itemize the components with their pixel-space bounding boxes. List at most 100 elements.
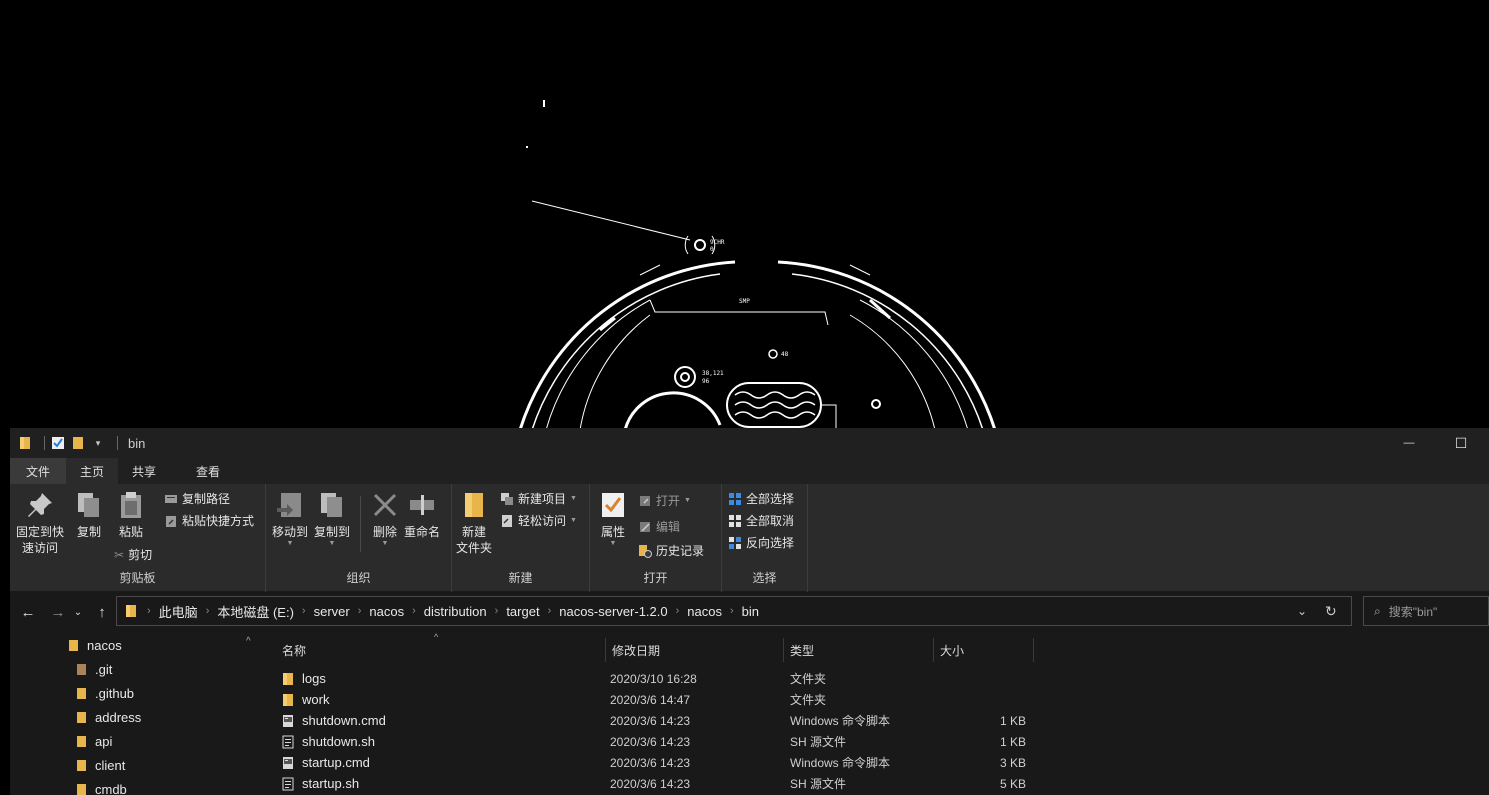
paste-label: 粘贴 xyxy=(118,525,143,539)
easy-access-icon xyxy=(502,514,512,527)
edit-button[interactable]: 编辑 xyxy=(638,518,680,535)
paste-icon xyxy=(121,492,141,518)
breadcrumb-item[interactable]: server xyxy=(314,604,350,619)
folder-icon xyxy=(77,664,86,675)
copy-label: 复制 xyxy=(76,525,101,539)
folder-icon xyxy=(77,688,86,699)
tree-item-label: nacos xyxy=(87,638,122,653)
file-list: ^ 名称 修改日期 类型 大小 logs 2020/3/10 16:28 文件夹… xyxy=(262,632,1489,795)
tree-item[interactable]: client xyxy=(76,758,125,773)
cut-button[interactable]: ✂ 剪切 xyxy=(114,546,152,563)
up-button[interactable]: ↑ xyxy=(90,600,114,624)
dropdown-arrow-icon: ▼ xyxy=(381,540,389,547)
arrow-up-icon: ↑ xyxy=(98,603,106,621)
scissors-icon: ✂ xyxy=(114,547,125,562)
new-group: 新建 文件夹 新建项目 ▼ 轻松访问 ▼ 新建 xyxy=(452,484,590,592)
refresh-icon[interactable]: ↻ xyxy=(1325,603,1337,620)
maximize-button[interactable]: ☐ xyxy=(1438,428,1484,458)
easy-access-button[interactable]: 轻松访问 ▼ xyxy=(500,512,577,529)
breadcrumb-item[interactable]: target xyxy=(506,604,539,619)
history-icon xyxy=(639,544,652,558)
type-cell: Windows 命令脚本 xyxy=(790,756,891,770)
tree-item-label: .git xyxy=(95,662,113,677)
file-row[interactable]: shutdown.sh 2020/3/6 14:23 SH 源文件 1 KB xyxy=(262,731,1262,752)
tree-item[interactable]: api xyxy=(76,734,112,749)
breadcrumb-item[interactable]: nacos xyxy=(687,604,722,619)
column-header-modified[interactable]: 修改日期 xyxy=(606,638,784,662)
breadcrumb-item[interactable]: bin xyxy=(742,604,759,619)
pin-quick-access-button[interactable]: 固定到快 速访问 xyxy=(16,490,64,556)
name-cell: shutdown.cmd xyxy=(282,710,386,731)
copy-path-button[interactable]: 复制路径 xyxy=(164,490,230,507)
tree-item-label: cmdb xyxy=(95,782,127,795)
address-dropdown-icon[interactable]: ⌄ xyxy=(1297,604,1307,618)
rename-button[interactable]: 重命名 xyxy=(404,490,440,540)
open-button[interactable]: 打开 ▼ xyxy=(638,492,691,509)
select-all-button[interactable]: 全部选择 xyxy=(728,490,794,507)
customize-quick-access-icon[interactable]: ▾ xyxy=(91,435,105,451)
tree-item[interactable]: address xyxy=(76,710,141,725)
search-input[interactable]: ⌕ 搜索"bin" xyxy=(1363,596,1489,626)
properties-button[interactable]: 属性 ▼ xyxy=(598,490,628,548)
tab-home[interactable]: 主页 xyxy=(66,458,119,484)
tab-file[interactable]: 文件 xyxy=(10,458,67,484)
paste-button[interactable]: 粘贴 xyxy=(116,490,146,540)
tab-share[interactable]: 共享 xyxy=(118,458,170,484)
forward-button[interactable]: → xyxy=(46,600,70,624)
tree-item-label: .github xyxy=(95,686,135,701)
tree-item[interactable]: .github xyxy=(76,686,134,701)
copy-to-button[interactable]: 复制到 ▼ xyxy=(314,490,350,548)
new-folder-button[interactable]: 新建 文件夹 xyxy=(456,490,492,556)
move-to-button[interactable]: 移动到 ▼ xyxy=(272,490,308,548)
tree-item[interactable]: .git xyxy=(76,662,112,677)
breadcrumb-item[interactable]: 本地磁盘 (E:) xyxy=(217,602,294,621)
file-row[interactable]: startup.cmd 2020/3/6 14:23 Windows 命令脚本 … xyxy=(262,752,1262,773)
file-name: startup.sh xyxy=(302,776,360,791)
minimize-button[interactable]: — xyxy=(1386,428,1432,458)
column-header-size[interactable]: 大小 xyxy=(934,638,1034,662)
delete-label: 删除 xyxy=(372,525,397,539)
open-group: 属性 ▼ 打开 ▼ 编辑 历史记录 打开 xyxy=(590,484,722,592)
address-bar[interactable]: › 此电脑 › 本地磁盘 (E:) › server › nacos › dis… xyxy=(116,596,1352,626)
dropdown-arrow-icon: ▼ xyxy=(609,540,617,547)
file-row[interactable]: logs 2020/3/10 16:28 文件夹 xyxy=(262,668,1262,689)
history-button[interactable]: 历史记录 xyxy=(638,542,704,559)
open-label: 打开 xyxy=(656,494,681,508)
column-header-name[interactable]: 名称 xyxy=(276,638,606,662)
select-none-button[interactable]: 全部取消 xyxy=(728,512,794,529)
navigation-pane: ^ nacos .git .github address api client … xyxy=(10,632,262,795)
move-to-icon xyxy=(277,493,301,517)
file-row[interactable]: work 2020/3/6 14:47 文件夹 xyxy=(262,689,1262,710)
invert-selection-button[interactable]: 反向选择 xyxy=(728,534,794,551)
copy-button[interactable]: 复制 xyxy=(74,490,104,540)
tab-view[interactable]: 查看 xyxy=(170,458,234,484)
column-header-type[interactable]: 类型 xyxy=(784,638,934,662)
rename-icon xyxy=(410,495,434,515)
new-folder-icon[interactable] xyxy=(71,435,85,451)
tree-item[interactable]: cmdb xyxy=(76,782,127,795)
search-icon: ⌕ xyxy=(1374,603,1381,618)
scroll-up-icon[interactable]: ^ xyxy=(246,636,251,647)
paste-shortcut-button[interactable]: 粘贴快捷方式 xyxy=(164,512,254,529)
ribbon: 固定到快 速访问 复制 粘贴 复制路径 粘贴快捷方式 ✂ 剪切 剪贴板 移动到 … xyxy=(10,484,1489,592)
delete-button[interactable]: 删除 ▼ xyxy=(370,490,400,548)
name-cell: logs xyxy=(282,668,326,689)
file-row[interactable]: startup.sh 2020/3/6 14:23 SH 源文件 5 KB xyxy=(262,773,1262,794)
new-item-button[interactable]: 新建项目 ▼ xyxy=(500,490,577,507)
chevron-right-icon: › xyxy=(730,605,734,617)
back-button[interactable]: ← xyxy=(16,600,40,624)
ribbon-tabs: 文件 主页 共享 查看 xyxy=(10,458,1489,484)
tree-item[interactable]: nacos xyxy=(68,638,122,653)
minimize-icon: — xyxy=(1403,437,1415,449)
breadcrumb-item[interactable]: nacos xyxy=(369,604,404,619)
modified-cell: 2020/3/10 16:28 xyxy=(610,671,697,686)
file-name: logs xyxy=(302,671,326,686)
breadcrumb-item[interactable]: 此电脑 xyxy=(159,602,198,621)
name-cell: shutdown.sh xyxy=(282,731,375,752)
recent-locations-button[interactable]: ⌄ xyxy=(70,600,86,624)
breadcrumb-item[interactable]: nacos-server-1.2.0 xyxy=(559,604,667,619)
file-row[interactable]: shutdown.cmd 2020/3/6 14:23 Windows 命令脚本… xyxy=(262,710,1262,731)
properties-icon[interactable] xyxy=(51,435,65,451)
breadcrumb-item[interactable]: distribution xyxy=(424,604,487,619)
chevron-right-icon: › xyxy=(357,605,362,617)
